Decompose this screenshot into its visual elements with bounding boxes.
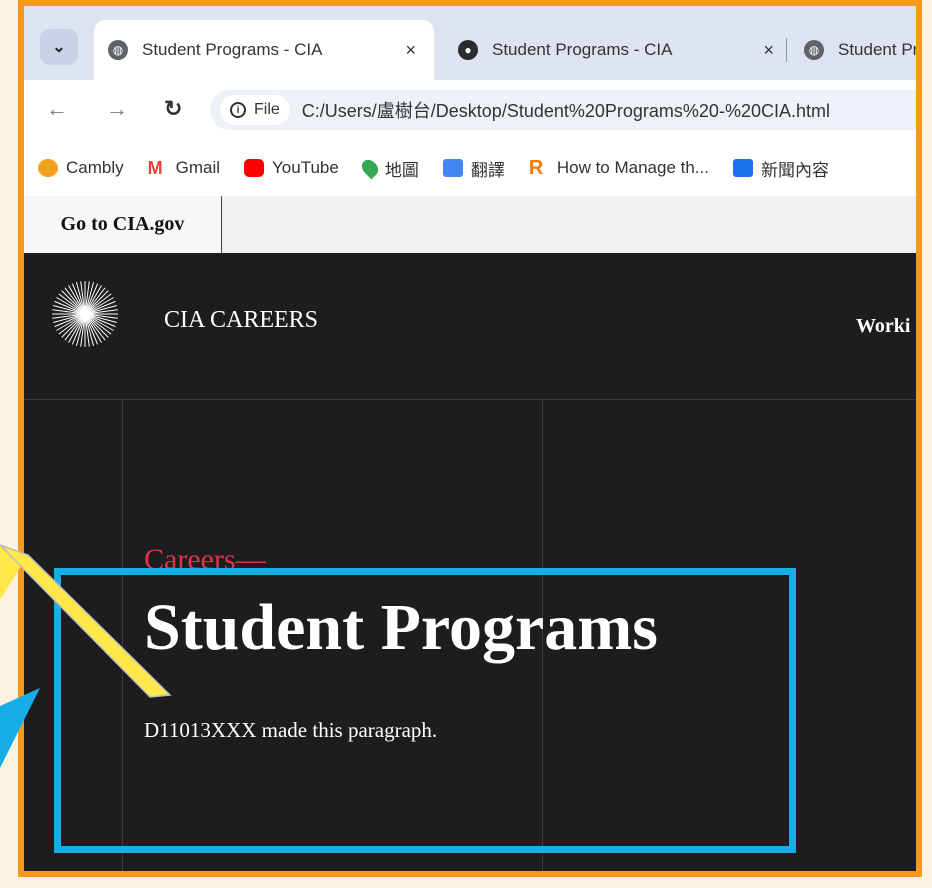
close-tab-icon[interactable]: × (405, 40, 416, 61)
close-tab-icon[interactable]: × (763, 40, 774, 61)
map-pin-icon (358, 156, 382, 180)
address-bar[interactable]: i File C:/Users/盧樹台/Desktop/Student%20Pr… (210, 90, 916, 130)
gmail-icon: M (147, 158, 163, 178)
globe-icon: ◍ (804, 40, 824, 60)
bookmark-label: 地圖 (384, 160, 419, 180)
reload-icon[interactable]: ↻ (164, 96, 182, 122)
forward-arrow-icon[interactable]: → (106, 96, 128, 122)
bookmark-maps[interactable]: 地圖 (358, 156, 419, 181)
bookmark-label: 翻譯 (470, 160, 505, 180)
nav-item-working[interactable]: Worki (856, 315, 910, 338)
youtube-icon (244, 159, 265, 177)
globe-icon: ◍ (108, 40, 128, 60)
gov-bar: Go to CIA.gov (24, 196, 916, 253)
tab-student-programs-2[interactable]: ● Student Programs - CIA × (444, 20, 774, 80)
bookmark-label: 新聞內容 (760, 160, 829, 180)
bookmark-label: YouTube (272, 158, 339, 177)
cambly-icon (38, 159, 58, 177)
annotation-highlight-box (54, 568, 796, 853)
bookmark-cambly[interactable]: Cambly (38, 158, 124, 178)
tab-title: Student Pr (838, 40, 919, 59)
tab-title: Student Programs - CIA (492, 40, 673, 59)
cia-starburst-logo-icon[interactable] (50, 279, 120, 349)
toolbar: ← → ↻ i File C:/Users/盧樹台/Desktop/Studen… (24, 80, 916, 140)
bookmark-label: Gmail (175, 158, 221, 177)
tab-student-programs-active[interactable]: ◍ Student Programs - CIA × (94, 20, 434, 80)
tab-search-button[interactable]: ⌄ (40, 29, 78, 65)
news-icon (732, 159, 753, 177)
chevron-down-icon: ⌄ (52, 39, 66, 56)
bookmarks-bar: Cambly M Gmail YouTube 地圖 翻譯 R How to Ma… (24, 140, 916, 196)
bookmark-label: How to Manage th... (556, 158, 709, 177)
tab-student-programs-3[interactable]: ◍ Student Pr (790, 20, 919, 80)
url-text[interactable]: C:/Users/盧樹台/Desktop/Student%20Programs%… (302, 97, 830, 123)
site-info-chip[interactable]: i File (220, 95, 290, 125)
brand-name[interactable]: CIA CAREERS (164, 307, 318, 334)
go-to-cia-gov-link[interactable]: Go to CIA.gov (24, 196, 222, 253)
bookmark-how-to-manage[interactable]: R How to Manage th... (529, 158, 709, 178)
bookmark-gmail[interactable]: M Gmail (148, 158, 220, 178)
r-logo-icon: R (528, 157, 544, 179)
cia-seal-icon: ● (458, 40, 478, 60)
bookmark-youtube[interactable]: YouTube (244, 158, 339, 178)
tab-title: Student Programs - CIA (142, 40, 323, 59)
bookmark-label: Cambly (66, 158, 124, 177)
bookmark-news[interactable]: 新聞內容 (732, 156, 829, 181)
translate-icon (442, 159, 463, 177)
info-icon: i (230, 102, 246, 118)
tab-bar: ⌄ ◍ Student Programs - CIA × ● Student P… (24, 6, 916, 80)
tab-separator (786, 38, 787, 62)
back-arrow-icon[interactable]: ← (46, 96, 68, 122)
site-header: CIA CAREERS Worki (24, 253, 916, 400)
site-info-label: File (254, 101, 280, 118)
bookmark-translate[interactable]: 翻譯 (442, 156, 505, 181)
